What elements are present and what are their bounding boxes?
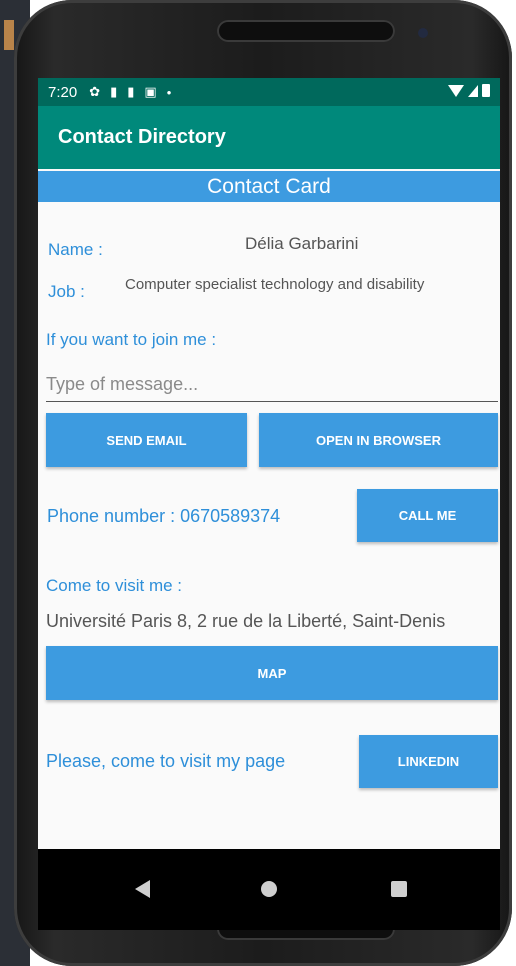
desktop-strip [4, 20, 14, 50]
front-camera [418, 28, 428, 38]
recents-icon[interactable] [391, 881, 407, 897]
linkedin-button[interactable]: LINKEDIN [359, 735, 498, 788]
job-value: Computer specialist technology and disab… [125, 276, 425, 293]
navigation-bar [38, 849, 500, 930]
battery-icon [482, 84, 490, 97]
call-me-button[interactable]: CALL ME [357, 489, 498, 542]
message-input[interactable] [46, 368, 498, 402]
name-label: Name : [48, 240, 103, 259]
job-label: Job : [48, 282, 85, 301]
open-in-browser-button[interactable]: OPEN IN BROWSER [259, 413, 498, 467]
back-icon[interactable] [135, 880, 150, 898]
wifi-icon [448, 84, 464, 97]
sim-icon: ▣ [144, 84, 157, 99]
status-bar: 7:20 ✿ ▮ ▮ ▣ • [38, 78, 500, 106]
contact-card-header: Contact Card [38, 171, 500, 202]
send-email-button[interactable]: SEND EMAIL [46, 413, 247, 467]
phone-screen: 7:20 ✿ ▮ ▮ ▣ • Contact Directory Contact… [38, 78, 500, 930]
status-time: 7:20 [48, 83, 78, 101]
address-text: Université Paris 8, 2 rue de la Liberté,… [46, 611, 446, 631]
app-bar: Contact Directory [38, 106, 500, 169]
person-icon: ▮ [127, 84, 135, 99]
join-label: If you want to join me : [46, 330, 217, 349]
phone-number-label: Phone number : 0670589374 [47, 506, 281, 526]
top-speaker [217, 20, 395, 42]
person-icon: ▮ [110, 84, 118, 99]
linkedin-prompt: Please, come to visit my page [46, 751, 286, 771]
status-right [448, 84, 490, 97]
signal-icon [468, 84, 478, 97]
name-value: Délia Garbarini [245, 234, 359, 253]
dot-icon: • [166, 84, 172, 100]
app-title: Contact Directory [58, 126, 226, 148]
visit-label: Come to visit me : [46, 576, 183, 595]
home-icon[interactable] [261, 881, 277, 897]
gear-icon: ✿ [89, 84, 101, 99]
map-button[interactable]: MAP [46, 646, 498, 700]
